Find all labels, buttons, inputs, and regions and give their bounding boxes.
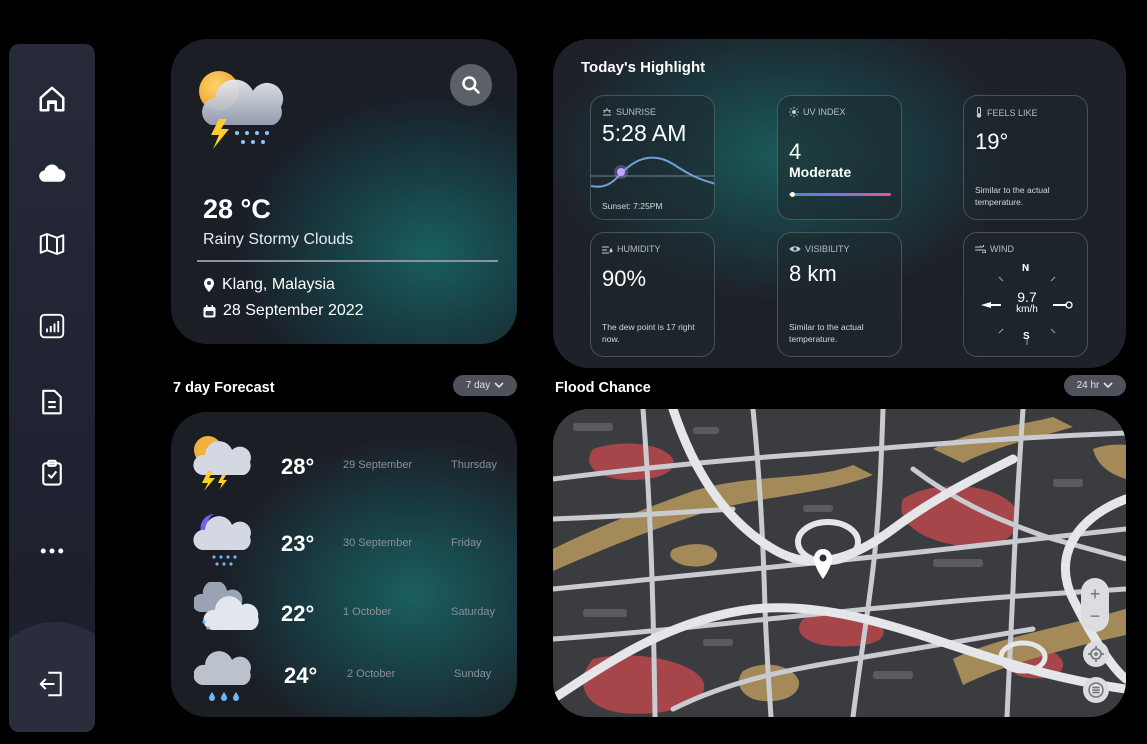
humidity-label: HUMIDITY [617, 244, 661, 254]
forecast-temp: 23° [281, 531, 315, 556]
uv-index-tile: UV INDEX 4 Moderate [777, 95, 902, 220]
zoom-in-button[interactable]: + [1090, 583, 1101, 605]
uv-label: UV INDEX [803, 107, 846, 117]
uv-scale-bar [789, 193, 891, 196]
weather-description: Rainy Stormy Clouds [203, 231, 354, 248]
forecast-range-dropdown[interactable]: 7 day [453, 375, 517, 396]
sunrise-value: 5:28 AM [602, 120, 687, 146]
flood-title: Flood Chance [555, 380, 651, 396]
compass-south: S [1023, 331, 1030, 342]
logout-icon[interactable] [35, 667, 69, 701]
zoom-control: + − [1081, 578, 1109, 632]
more-icon[interactable] [35, 534, 69, 568]
highlights-title: Today's Highlight [581, 59, 706, 76]
current-temperature: 28 °C [203, 194, 271, 224]
divider [197, 260, 498, 262]
night-rain-icon [193, 514, 251, 566]
forecast-day: Saturday [451, 606, 496, 618]
visibility-value: 8 km [789, 261, 837, 286]
forecast-range-label: 7 day [465, 380, 491, 391]
clipboard-check-icon[interactable] [35, 455, 69, 489]
locate-button[interactable] [1083, 641, 1109, 667]
flood-map[interactable] [553, 409, 1126, 717]
forecast-title: 7 day Forecast [173, 380, 275, 396]
feels-like-value: 19° [975, 129, 1009, 154]
wind-unit: km/h [1016, 304, 1038, 315]
forecast-temp: 24° [284, 663, 318, 688]
visibility-tile: VISIBILITY 8 km Similar to the actual te… [777, 232, 902, 357]
location-pin-icon[interactable] [813, 549, 833, 583]
uv-indicator [790, 192, 795, 197]
forecast-date: 2 October [347, 668, 396, 680]
wind-icon [975, 245, 986, 253]
sidebar [9, 44, 95, 732]
storm-sun-icon [193, 436, 251, 491]
search-icon [462, 76, 480, 94]
menu-icon [1088, 682, 1104, 698]
chevron-down-icon [1103, 382, 1113, 389]
rain-icon [194, 651, 251, 701]
document-icon[interactable] [35, 385, 69, 419]
storm-sun-icon [193, 67, 289, 151]
humidity-tile: HUMIDITY 90% The dew point is 17 right n… [590, 232, 715, 357]
flood-range-label: 24 hr [1076, 380, 1100, 391]
visibility-label: VISIBILITY [805, 244, 850, 254]
home-icon[interactable] [35, 82, 69, 116]
target-icon [1088, 646, 1104, 662]
thermometer-icon [976, 107, 982, 118]
forecast-day: Thursday [451, 459, 497, 471]
chevron-down-icon [494, 382, 504, 389]
forecast-day: Friday [451, 537, 482, 549]
cloud-icon[interactable] [35, 156, 69, 190]
date-text: 28 September 2022 [223, 302, 364, 319]
flood-range-dropdown[interactable]: 24 hr [1064, 375, 1126, 396]
forecast-date: 1 October [343, 606, 392, 618]
humidity-value: 90% [602, 266, 647, 291]
sun-path-graph [591, 156, 714, 188]
sunrise-label: SUNRISE [616, 107, 657, 117]
humidity-note: The dew point is 17 right now. [602, 322, 695, 344]
map-canvas [553, 409, 1126, 717]
feels-like-tile: FEELS LIKE 19° Similar to the actual tem… [963, 95, 1088, 220]
current-date: 28 September 2022 [203, 302, 364, 320]
location: Klang, Malaysia [203, 276, 335, 294]
forecast-date: 29 September [343, 459, 413, 471]
wind-tile: WIND N S 9.7 km/h [963, 232, 1088, 357]
chart-icon[interactable] [35, 309, 69, 343]
sun-icon [789, 107, 799, 117]
sunrise-tile: SUNRISE 5:28 AM Sunset: 7:25PM [590, 95, 715, 220]
wind-label: WIND [990, 244, 1014, 254]
eye-icon [789, 246, 801, 252]
visibility-note: Similar to the actual temperature. [789, 322, 864, 344]
feels-like-note: Similar to the actual temperature. [975, 185, 1050, 207]
location-text: Klang, Malaysia [222, 276, 335, 293]
search-button[interactable] [450, 64, 492, 106]
feels-like-label: FEELS LIKE [987, 107, 1038, 118]
humidity-icon [602, 246, 613, 253]
map-icon[interactable] [35, 227, 69, 261]
forecast-temp: 28° [281, 454, 315, 479]
forecast-day: Sunday [454, 668, 492, 680]
wind-speed: 9.7 [1017, 289, 1037, 305]
forecast-temp: 22° [281, 601, 315, 626]
zoom-out-button[interactable]: − [1090, 605, 1101, 627]
uv-value: 4 [789, 139, 802, 164]
location-pin-icon [204, 278, 214, 292]
uv-level: Moderate [789, 164, 852, 180]
forecast-date: 30 September [343, 537, 413, 549]
compass-north: N [1022, 263, 1030, 274]
cloudy-rain-icon [194, 582, 259, 630]
sunset-time: Sunset: 7:25PM [602, 201, 663, 211]
calendar-icon [203, 304, 216, 317]
layers-button[interactable] [1083, 677, 1109, 703]
sunrise-icon [603, 108, 611, 116]
